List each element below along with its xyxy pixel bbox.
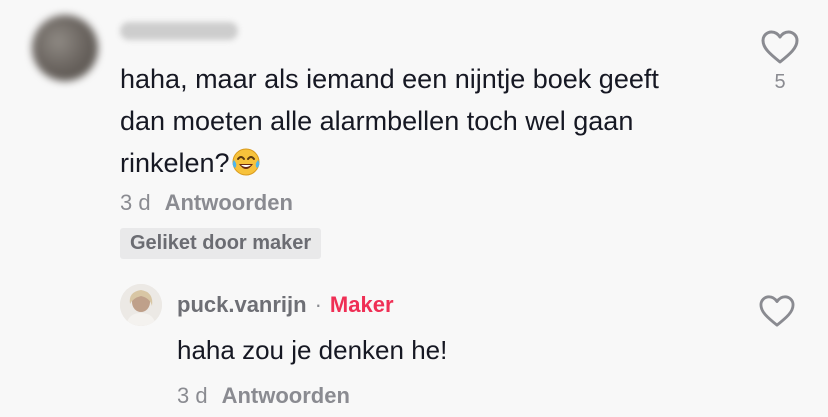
- reply-avatar-image: [120, 284, 162, 326]
- separator-dot: ·: [314, 292, 322, 317]
- reply-username[interactable]: puck.vanrijn: [177, 292, 307, 318]
- like-heart-icon[interactable]: [760, 29, 800, 65]
- comment-body: haha, maar als iemand een nijntje boek g…: [120, 64, 659, 178]
- reply-like-heart-icon[interactable]: [758, 294, 796, 328]
- tears-of-joy-emoji-icon: [232, 148, 260, 176]
- maker-badge: Maker: [329, 292, 394, 317]
- reply-text: haha zou je denken he!: [177, 335, 448, 365]
- liked-by-creator-badge: Geliket door maker: [120, 228, 322, 259]
- commenter-username-blurred[interactable]: [120, 22, 238, 40]
- reply-age: 3 d: [177, 383, 208, 408]
- reply-meta: 3 d Antwoorden: [177, 383, 350, 409]
- reply-avatar[interactable]: [120, 284, 162, 326]
- commenter-avatar[interactable]: [32, 15, 98, 81]
- comment-age: 3 d: [120, 190, 151, 215]
- reply-header: puck.vanrijn · Maker: [177, 292, 394, 318]
- comment-meta: 3 d Antwoorden: [120, 190, 293, 216]
- reply-button[interactable]: Antwoorden: [165, 190, 293, 216]
- reply-reply-button[interactable]: Antwoorden: [222, 383, 350, 409]
- like-count: 5: [774, 71, 786, 93]
- comment-text: haha, maar als iemand een nijntje boek g…: [120, 58, 740, 184]
